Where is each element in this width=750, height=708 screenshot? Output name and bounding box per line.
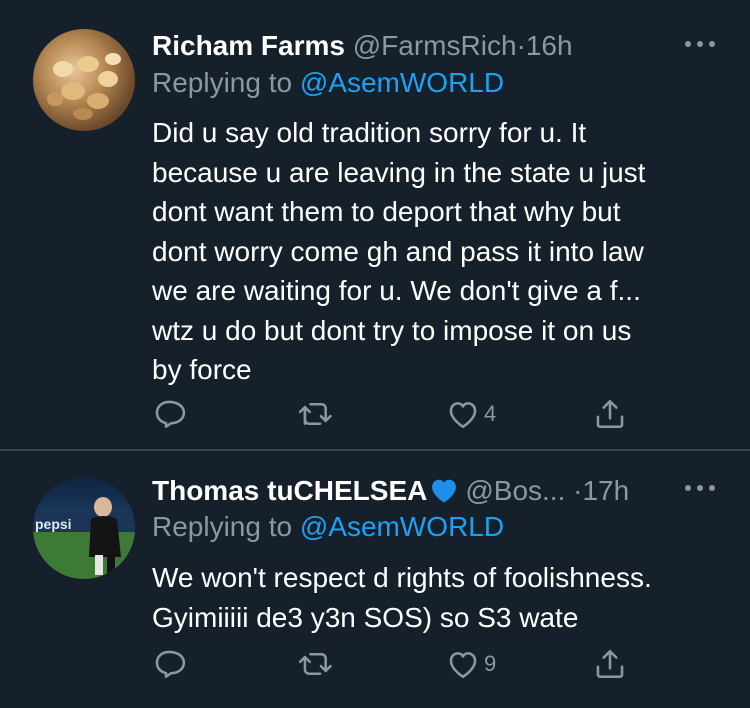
tweet-time[interactable]: 16h bbox=[526, 30, 573, 61]
tweet-text: Did u say old tradition sorry for u. It … bbox=[152, 113, 732, 390]
tweet-header: Richam Farms @FarmsRich·16h bbox=[152, 28, 573, 64]
tweet-text-line: because u are leaving in the state u jus… bbox=[152, 156, 646, 188]
reply-icon bbox=[155, 650, 186, 679]
heart-icon bbox=[449, 652, 477, 679]
display-name[interactable]: Thomas tuCHELSEA bbox=[152, 475, 427, 506]
tweet-text-line: wtz u do but dont try to impose it on us bbox=[152, 314, 632, 346]
reply-button[interactable] bbox=[152, 394, 186, 434]
blue-heart-emoji bbox=[429, 476, 459, 513]
tweet-header: Thomas tuCHELSEA @Bos... ·17h bbox=[152, 473, 629, 513]
user-handle[interactable]: @FarmsRich bbox=[353, 30, 517, 61]
replying-prefix: Replying to bbox=[152, 67, 293, 98]
avatar[interactable] bbox=[33, 29, 135, 131]
separator-dot: · bbox=[516, 30, 526, 61]
share-button[interactable] bbox=[594, 394, 626, 434]
like-button[interactable]: 4 bbox=[446, 394, 496, 434]
like-count: 4 bbox=[484, 401, 497, 426]
tweet-text-line: by force bbox=[152, 354, 252, 385]
more-dots-icon[interactable] bbox=[680, 34, 720, 54]
tweet-text-line: Gyimiiiii de3 y3n SOS) so S3 wate bbox=[152, 601, 579, 633]
share-icon bbox=[596, 649, 624, 679]
svg-text:pepsi: pepsi bbox=[35, 516, 72, 532]
tweet-text-line: Did u say old tradition sorry for u. It bbox=[152, 117, 587, 148]
retweet-button[interactable] bbox=[298, 394, 334, 434]
like-button[interactable]: 9 bbox=[446, 644, 496, 684]
reply-icon bbox=[155, 400, 186, 429]
retweet-button[interactable] bbox=[298, 644, 334, 684]
tweet-text-line: We won't respect d rights of foolishness… bbox=[152, 562, 652, 593]
replying-to: Replying to @AsemWORLD bbox=[152, 66, 504, 100]
share-button[interactable] bbox=[594, 644, 626, 684]
tweet[interactable]: pepsi Thomas tuCHELSEA @Bos... ·17h Reply… bbox=[0, 451, 750, 708]
like-count: 9 bbox=[484, 651, 497, 676]
tweet-text-line: dont want them to deport that why but bbox=[152, 196, 621, 227]
user-handle[interactable]: @Bos... bbox=[465, 475, 565, 506]
replying-to: Replying to @AsemWORLD bbox=[152, 510, 504, 544]
baby-chicks-photo bbox=[47, 53, 121, 120]
tweet-actions: 4 bbox=[152, 394, 652, 434]
avatar[interactable]: pepsi bbox=[33, 477, 135, 579]
display-name[interactable]: Richam Farms bbox=[152, 30, 345, 61]
tweet[interactable]: Richam Farms @FarmsRich·16h Replying to … bbox=[0, 0, 750, 449]
heart-icon bbox=[449, 402, 477, 429]
tweet-actions: 9 bbox=[152, 644, 652, 684]
replying-to-link[interactable]: @AsemWORLD bbox=[300, 67, 504, 98]
retweet-icon bbox=[298, 653, 332, 675]
more-dots-icon[interactable] bbox=[680, 478, 720, 498]
coach-photo: pepsi bbox=[33, 497, 135, 579]
reply-button[interactable] bbox=[152, 644, 186, 684]
tweet-text-line: dont worry come gh and pass it into law bbox=[152, 235, 644, 267]
tweet-time[interactable]: 17h bbox=[582, 475, 629, 506]
tweet-text-line: we are waiting for u. We don't give a f.… bbox=[152, 275, 641, 306]
share-icon bbox=[596, 399, 624, 429]
tweet-text: We won't respect d rights of foolishness… bbox=[152, 558, 732, 637]
retweet-icon bbox=[298, 403, 332, 425]
replying-to-link[interactable]: @AsemWORLD bbox=[300, 511, 504, 542]
replying-prefix: Replying to bbox=[152, 511, 293, 542]
